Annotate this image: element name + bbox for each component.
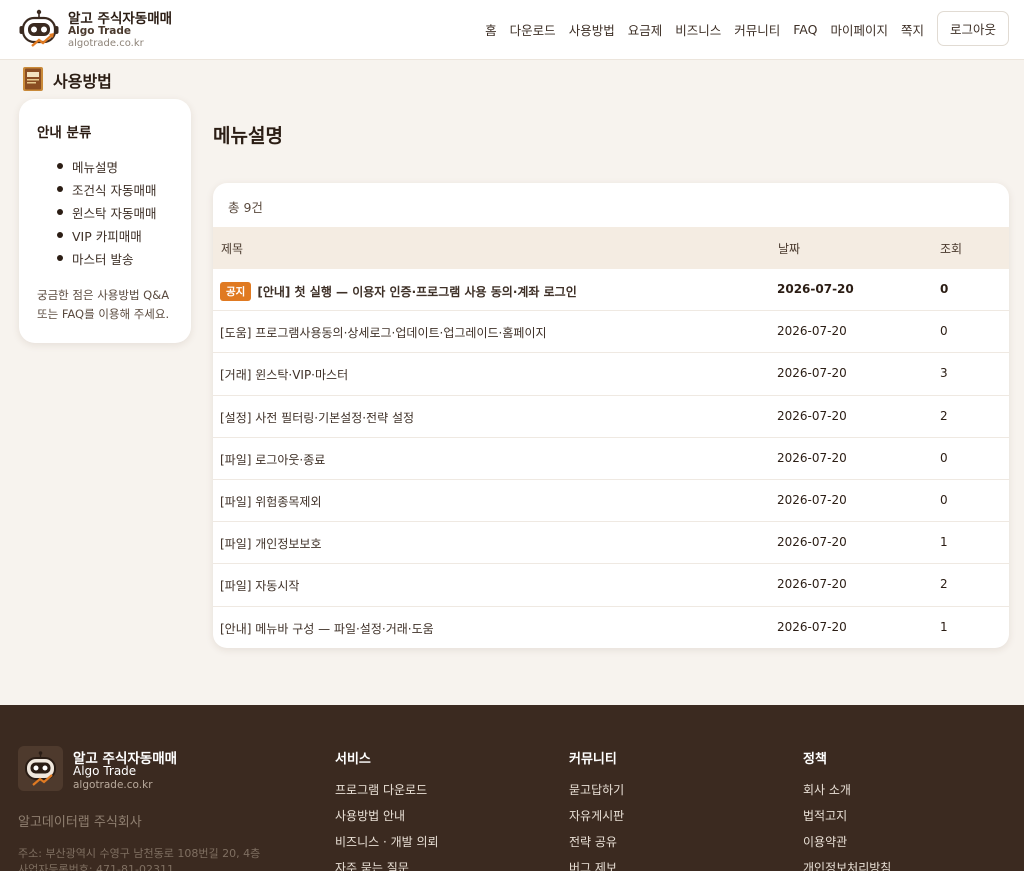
footer-link-usage[interactable]: 사용방법 안내 (335, 807, 439, 833)
row-views: 3 (940, 366, 948, 381)
table-row[interactable]: [파일] 위험종목제외 2026-07-20 0 (213, 480, 1009, 523)
category-sidebar: 안내 분류 메뉴설명 조건식 자동매매 윈스탁 자동매매 VIP 카피매매 마스… (19, 99, 191, 343)
footer-address: 주소: 부산광역시 수영구 남천동로 108번길 20, 4층 사업자등록번호:… (18, 846, 260, 871)
nav-faq[interactable]: FAQ (793, 22, 817, 37)
nav-mypage[interactable]: 마이페이지 (830, 20, 888, 39)
robot-logo-icon (18, 746, 63, 791)
site-footer: 알고 주식자동매매 Algo Trade algotrade.co.kr 알고데… (0, 705, 1024, 871)
row-title[interactable]: [파일] 위험종목제외 (220, 493, 322, 510)
page-title: 사용방법 (53, 72, 112, 91)
row-views: 0 (940, 492, 948, 507)
row-views: 2 (940, 577, 948, 592)
sidebar-item-master-send[interactable]: 마스터 발송 (57, 249, 156, 272)
table-row[interactable]: [파일] 개인정보보호 2026-07-20 1 (213, 522, 1009, 565)
row-title[interactable]: [도움] 프로그램사용동의·상세로그·업데이트·업그레이드·홈페이지 (220, 324, 547, 341)
table-header: 제목 날짜 조회 (213, 227, 1009, 269)
row-date: 2026-07-20 (777, 450, 847, 465)
footer-col-community: 커뮤니티 묻고답하기 자유게시판 전략 공유 버그 제보 (569, 748, 624, 871)
row-views: 0 (940, 450, 948, 465)
footer-address-line: 주소: 부산광역시 수영구 남천동로 108번길 20, 4층 (18, 847, 261, 860)
footer-link-strategy[interactable]: 전략 공유 (569, 833, 624, 859)
row-views: 0 (940, 324, 948, 339)
footer-brand-name-en: Algo Trade (73, 764, 137, 778)
row-date: 2026-07-20 (777, 577, 847, 592)
footer-col-title: 커뮤니티 (569, 752, 617, 767)
sidebar-title: 안내 분류 (37, 125, 92, 141)
row-title[interactable]: [안내] 메뉴바 구성 — 파일·설정·거래·도움 (220, 620, 434, 637)
row-date: 2026-07-20 (777, 366, 847, 381)
footer-link-download[interactable]: 프로그램 다운로드 (335, 781, 439, 807)
section-title: 메뉴설명 (213, 125, 283, 147)
footer-col-service: 서비스 프로그램 다운로드 사용방법 안내 비즈니스 · 개발 의뢰 자주 묻는… (335, 748, 439, 871)
footer-link-privacy[interactable]: 개인정보처리방침 (803, 859, 891, 871)
sidebar-item-winstock-trading[interactable]: 윈스탁 자동매매 (57, 203, 156, 226)
sidebar-item-vip-copy[interactable]: VIP 카피매매 (57, 226, 156, 249)
column-views: 조회 (940, 242, 963, 256)
row-date: 2026-07-20 (777, 324, 847, 339)
brand-domain: algotrade.co.kr (68, 38, 144, 49)
row-date: 2026-07-20 (777, 535, 847, 550)
post-table: 총 9건 제목 날짜 조회 공지 [안내] 첫 실행 — 이용자 인증·프로그램 … (213, 183, 1009, 648)
table-body: 공지 [안내] 첫 실행 — 이용자 인증·프로그램 사용 동의·계좌 로그인 2… (213, 269, 1009, 648)
row-date: 2026-07-20 (777, 492, 847, 507)
sidebar-list: 메뉴설명 조건식 자동매매 윈스탁 자동매매 VIP 카피매매 마스터 발송 (57, 157, 156, 272)
row-title[interactable]: [파일] 개인정보보호 (220, 535, 322, 552)
table-row[interactable]: [거래] 윈스탁·VIP·마스터 2026-07-20 3 (213, 353, 1009, 396)
row-title[interactable]: 공지 [안내] 첫 실행 — 이용자 인증·프로그램 사용 동의·계좌 로그인 (220, 282, 577, 301)
robot-logo-icon[interactable] (18, 8, 60, 50)
logout-button[interactable]: 로그아웃 (937, 11, 1009, 46)
nav-business[interactable]: 비즈니스 (675, 20, 721, 39)
nav-messages[interactable]: 쪽지 (901, 20, 924, 39)
nav-pricing[interactable]: 요금제 (628, 20, 663, 39)
site-header: 알고 주식자동매매 Algo Trade algotrade.co.kr 홈 다… (0, 0, 1024, 60)
brand-name[interactable]: 알고 주식자동매매 (68, 7, 172, 27)
sidebar-item-menu-guide[interactable]: 메뉴설명 (57, 157, 156, 180)
total-count: 총 9건 (228, 200, 263, 215)
row-title[interactable]: [파일] 자동시작 (220, 577, 299, 594)
main-nav: 홈 다운로드 사용방법 요금제 비즈니스 커뮤니티 FAQ 마이페이지 쪽지 (485, 0, 924, 58)
footer-col-title: 서비스 (335, 752, 371, 767)
footer-col-title: 정책 (803, 752, 827, 767)
brand-name-en: Algo Trade (68, 25, 132, 37)
table-row[interactable]: [파일] 자동시작 2026-07-20 2 (213, 564, 1009, 607)
row-title[interactable]: [거래] 윈스탁·VIP·마스터 (220, 366, 348, 383)
footer-link-about[interactable]: 회사 소개 (803, 781, 891, 807)
sidebar-item-condition-trading[interactable]: 조건식 자동매매 (57, 180, 156, 203)
footer-link-business[interactable]: 비즈니스 · 개발 의뢰 (335, 833, 439, 859)
footer-col-policy: 정책 회사 소개 법적고지 이용약관 개인정보처리방침 (803, 748, 891, 871)
row-views: 0 (940, 282, 949, 296)
table-row[interactable]: [설정] 사전 필터링·기본설정·전략 설정 2026-07-20 2 (213, 396, 1009, 438)
footer-company: 알고데이터랩 주식회사 (18, 815, 142, 830)
table-row[interactable]: [파일] 로그아웃·종료 2026-07-20 0 (213, 438, 1009, 480)
table-row[interactable]: [안내] 메뉴바 구성 — 파일·설정·거래·도움 2026-07-20 1 (213, 607, 1009, 649)
row-views: 2 (940, 408, 948, 423)
book-icon (23, 67, 43, 91)
row-title-text[interactable]: [안내] 첫 실행 — 이용자 인증·프로그램 사용 동의·계좌 로그인 (257, 285, 576, 299)
column-title: 제목 (221, 242, 244, 256)
footer-biz-number: 사업자등록번호: 471-81-02311 (18, 863, 174, 871)
row-views: 1 (940, 619, 948, 634)
nav-community[interactable]: 커뮤니티 (734, 20, 780, 39)
table-row-notice[interactable]: 공지 [안내] 첫 실행 — 이용자 인증·프로그램 사용 동의·계좌 로그인 2… (213, 269, 1009, 312)
sidebar-help-text: 궁금한 점은 사용방법 Q&A 또는 FAQ를 이용해 주세요. (37, 288, 170, 321)
nav-usage[interactable]: 사용방법 (569, 20, 615, 39)
notice-badge: 공지 (220, 282, 252, 301)
row-title[interactable]: [파일] 로그아웃·종료 (220, 451, 325, 468)
footer-link-terms[interactable]: 이용약관 (803, 833, 891, 859)
footer-link-bug-report[interactable]: 버그 제보 (569, 859, 624, 871)
row-views: 1 (940, 535, 948, 550)
footer-link-legal[interactable]: 법적고지 (803, 807, 891, 833)
footer-link-free-board[interactable]: 자유게시판 (569, 807, 624, 833)
row-date: 2026-07-20 (777, 408, 847, 423)
footer-brand-domain: algotrade.co.kr (73, 779, 153, 791)
footer-link-faq[interactable]: 자주 묻는 질문 (335, 859, 439, 871)
footer-link-qna[interactable]: 묻고답하기 (569, 781, 624, 807)
nav-home[interactable]: 홈 (485, 20, 497, 39)
table-row[interactable]: [도움] 프로그램사용동의·상세로그·업데이트·업그레이드·홈페이지 2026-… (213, 311, 1009, 354)
row-title[interactable]: [설정] 사전 필터링·기본설정·전략 설정 (220, 409, 414, 426)
row-date: 2026-07-20 (777, 619, 847, 634)
nav-download[interactable]: 다운로드 (510, 20, 556, 39)
row-date: 2026-07-20 (777, 282, 854, 296)
column-date: 날짜 (778, 242, 801, 256)
